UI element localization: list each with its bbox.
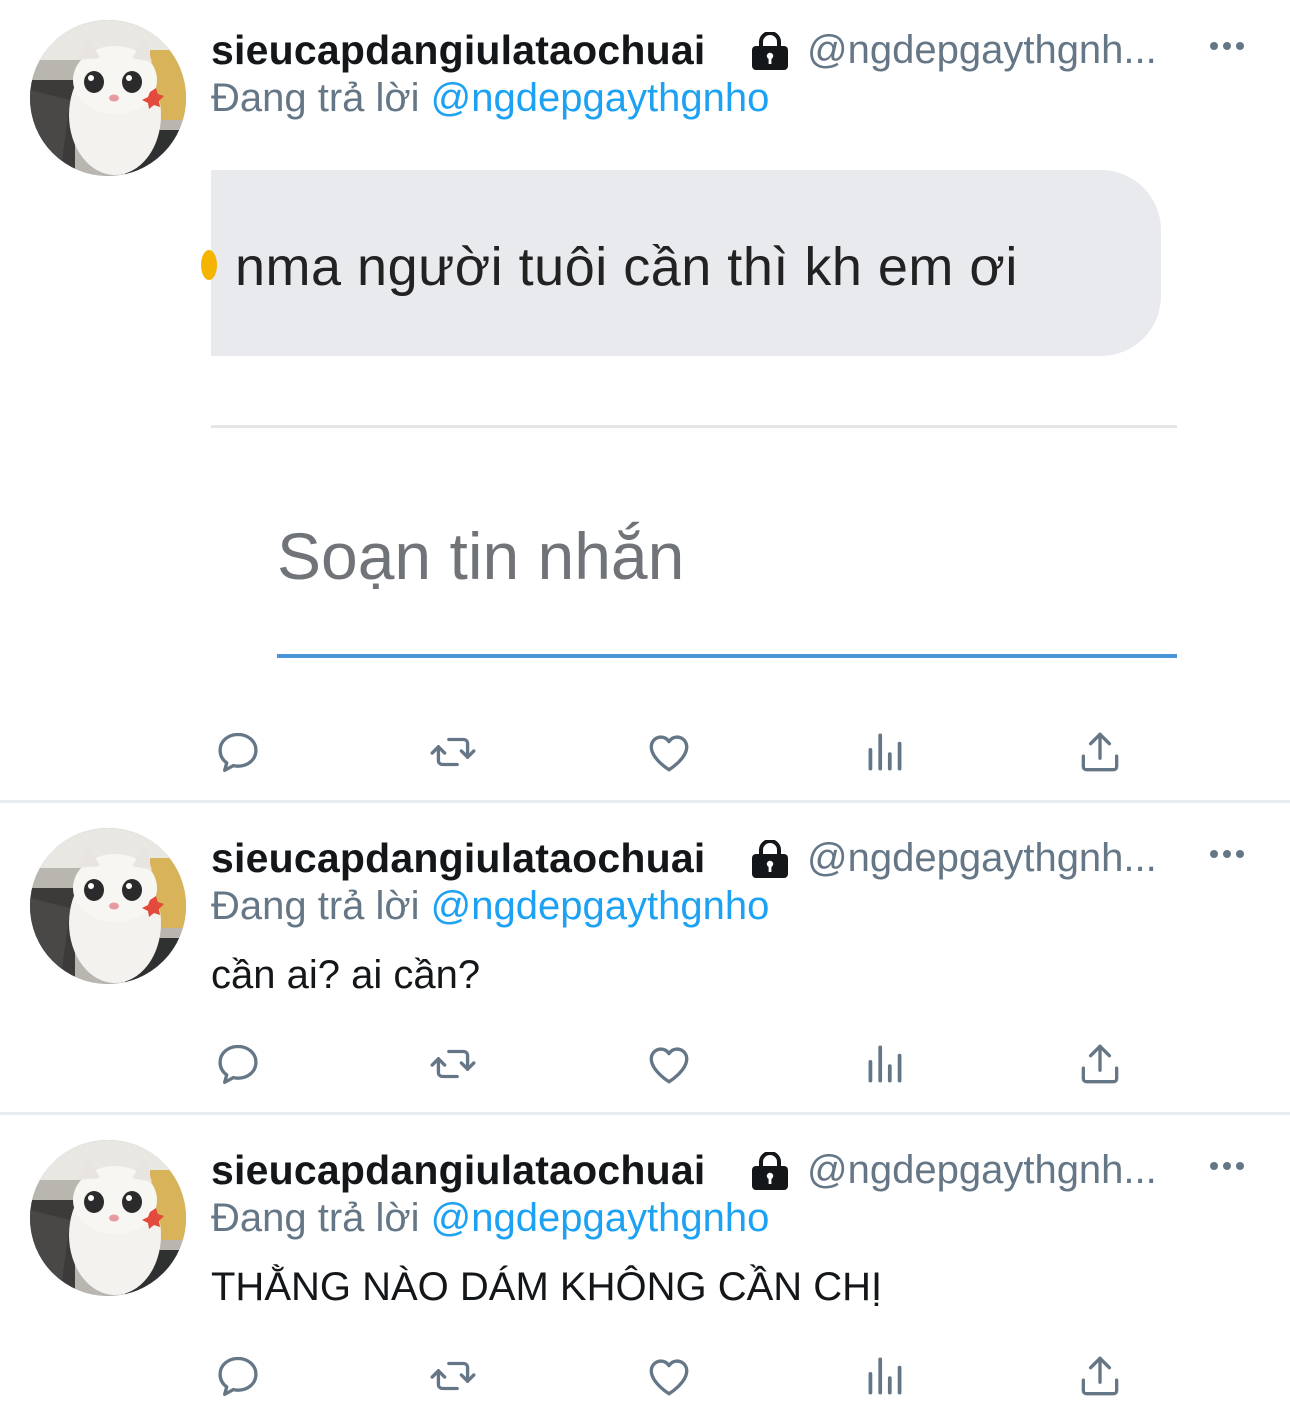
reply-prefix: Đang trả lời (211, 884, 420, 928)
avatar[interactable] (30, 828, 186, 984)
compose-underline (277, 654, 1177, 658)
reply-icon[interactable] (213, 1351, 263, 1401)
like-icon[interactable] (644, 1351, 694, 1401)
reply-mention-link[interactable]: @ngdepgaythgnho (431, 1196, 770, 1240)
tweet-text: cần ai? ai cần? (211, 953, 481, 997)
reply-context: Đang trả lời @ngdepgaythgnho (211, 1194, 769, 1242)
more-icon[interactable] (1207, 1154, 1247, 1178)
reply-context: Đang trả lời @ngdepgaythgnho (211, 74, 769, 122)
bubble-avatar-dot (201, 250, 217, 280)
tweet-actions (0, 1039, 1290, 1099)
message-bubble: nma người tuôi cần thì kh em ơi (201, 170, 1161, 356)
tweet-header: sieucapdangiulataochuai @ngdepgaythgnh..… (211, 26, 1271, 74)
retweet-icon[interactable] (428, 727, 478, 777)
protected-lock-icon (749, 840, 791, 878)
share-icon[interactable] (1075, 1351, 1125, 1401)
compose-placeholder: Soạn tin nhắn (277, 519, 685, 593)
avatar[interactable] (30, 1140, 186, 1296)
more-icon[interactable] (1207, 34, 1247, 58)
tweet[interactable]: sieucapdangiulataochuai @ngdepgaythgnh..… (0, 0, 1290, 801)
retweet-icon[interactable] (428, 1351, 478, 1401)
display-name[interactable]: sieucapdangiulataochuai (211, 26, 705, 74)
message-bubble-text: nma người tuôi cần thì kh em ơi (235, 237, 1018, 297)
analytics-icon[interactable] (860, 727, 910, 777)
analytics-icon[interactable] (860, 1039, 910, 1089)
reply-prefix: Đang trả lời (211, 76, 420, 120)
tweet-actions (0, 1351, 1290, 1411)
tweet[interactable]: sieucapdangiulataochuai @ngdepgaythgnh..… (0, 1115, 1290, 1425)
tweet-header: sieucapdangiulataochuai @ngdepgaythgnh..… (211, 834, 1271, 882)
embedded-divider (211, 425, 1177, 428)
protected-lock-icon (749, 1152, 791, 1190)
reply-mention-link[interactable]: @ngdepgaythgnho (431, 76, 770, 120)
handle[interactable]: @ngdepgaythgnh... (807, 1146, 1157, 1194)
more-icon[interactable] (1207, 842, 1247, 866)
share-icon[interactable] (1075, 727, 1125, 777)
tweet-header: sieucapdangiulataochuai @ngdepgaythgnh..… (211, 1146, 1271, 1194)
share-icon[interactable] (1075, 1039, 1125, 1089)
display-name[interactable]: sieucapdangiulataochuai (211, 1146, 705, 1194)
tweet-actions (0, 727, 1290, 787)
retweet-icon[interactable] (428, 1039, 478, 1089)
reply-mention-link[interactable]: @ngdepgaythgnho (431, 884, 770, 928)
like-icon[interactable] (644, 727, 694, 777)
reply-context: Đang trả lời @ngdepgaythgnho (211, 882, 769, 930)
handle[interactable]: @ngdepgaythgnh... (807, 26, 1157, 74)
handle[interactable]: @ngdepgaythgnh... (807, 834, 1157, 882)
avatar[interactable] (30, 20, 186, 176)
reply-prefix: Đang trả lời (211, 1196, 420, 1240)
embedded-image[interactable]: nma người tuôi cần thì kh em ơi Soạn tin… (201, 170, 1177, 670)
reply-icon[interactable] (213, 1039, 263, 1089)
display-name[interactable]: sieucapdangiulataochuai (211, 834, 705, 882)
protected-lock-icon (749, 32, 791, 70)
analytics-icon[interactable] (860, 1351, 910, 1401)
reply-icon[interactable] (213, 727, 263, 777)
tweet-text: THẰNG NÀO DÁM KHÔNG CẦN CHỊ (211, 1265, 883, 1309)
like-icon[interactable] (644, 1039, 694, 1089)
tweet[interactable]: sieucapdangiulataochuai @ngdepgaythgnh..… (0, 803, 1290, 1113)
